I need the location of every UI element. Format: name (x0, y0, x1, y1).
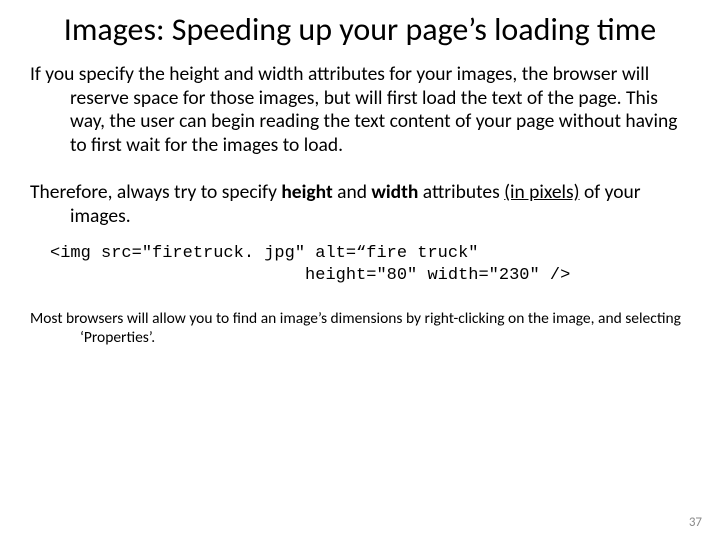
paragraph-note: Most browsers will allow you to find an … (30, 309, 690, 348)
text-segment: Therefore, always try to specify (30, 180, 281, 204)
text-segment: attributes (418, 180, 504, 204)
slide-title: Images: Speeding up your page’s loading … (30, 12, 690, 49)
code-example: <img src="firetruck. jpg" alt=“fire truc… (50, 243, 690, 287)
underline-pixels: (in pixels) (504, 180, 579, 204)
paragraph-recommendation: Therefore, always try to specify height … (30, 180, 690, 229)
text-segment: and (333, 180, 372, 204)
bold-height: height (281, 180, 332, 204)
slide-container: Images: Speeding up your page’s loading … (0, 0, 720, 540)
bold-width: width (371, 180, 418, 204)
paragraph-explanation: If you specify the height and width attr… (30, 63, 690, 158)
code-line: <img src="firetruck. jpg" alt=“fire truc… (50, 244, 478, 263)
page-number: 37 (689, 515, 702, 530)
code-line: height="80" width="230" /> (50, 266, 570, 285)
